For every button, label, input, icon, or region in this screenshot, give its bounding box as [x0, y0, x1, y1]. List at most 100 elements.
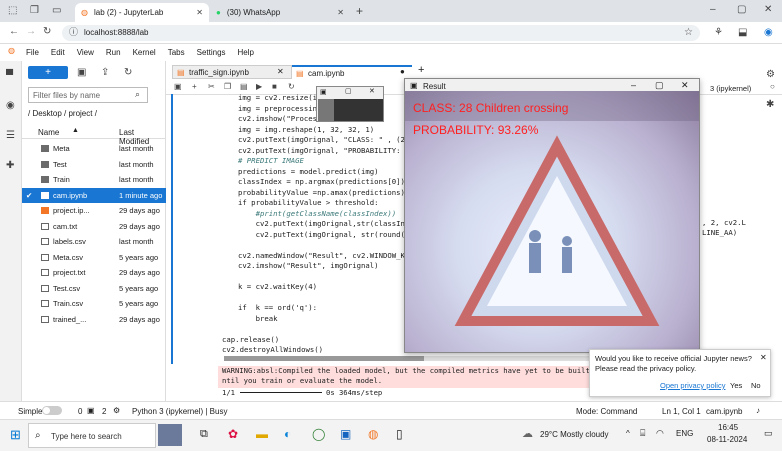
no-button[interactable]: No	[751, 381, 761, 390]
profile-avatar-icon[interactable]: ◉	[764, 28, 773, 38]
blank-app-icon[interactable]: ▯	[396, 427, 403, 441]
maximize-window-icon[interactable]: ▢	[737, 5, 746, 15]
processed-window[interactable]: ▣ ▢ ✕	[316, 86, 384, 122]
tab-list-icon[interactable]: ▭	[52, 6, 61, 16]
restart-icon[interactable]: ↻	[288, 83, 295, 91]
refresh-icon[interactable]: ↻	[124, 68, 132, 78]
clock-time[interactable]: 16:45	[718, 423, 738, 432]
simple-mode-toggle[interactable]	[42, 406, 62, 415]
file-filter-input[interactable]: Filter files by name ⌕	[28, 87, 148, 103]
close-tab-icon[interactable]: ✕	[337, 8, 344, 17]
minimize-window-icon[interactable]: –	[710, 5, 716, 15]
site-info-icon[interactable]: ⓘ	[69, 28, 78, 37]
close-icon[interactable]: ✕	[760, 353, 767, 362]
network-icon[interactable]: ⌸	[640, 428, 645, 439]
save-icon[interactable]: ▣	[174, 83, 182, 91]
extensions-icon[interactable]: ⚘	[714, 28, 723, 38]
upload-icon[interactable]: ⇪	[101, 68, 109, 78]
cursor-position[interactable]: Ln 1, Col 1	[662, 407, 701, 416]
tab-groups-icon[interactable]: ❐	[30, 6, 39, 16]
new-launcher-button[interactable]: +	[28, 66, 68, 79]
back-icon[interactable]: ←	[9, 27, 19, 37]
yes-button[interactable]: Yes	[730, 381, 742, 390]
file-row[interactable]: project.txt 29 days ago	[22, 265, 166, 280]
file-row[interactable]: cam.txt 29 days ago	[22, 219, 166, 234]
python-app-icon[interactable]: ▣	[340, 427, 351, 441]
close-tab-icon[interactable]: ✕	[196, 8, 203, 17]
language-indicator[interactable]: ENG	[676, 429, 693, 438]
maximize-window-icon[interactable]: ▢	[345, 87, 352, 95]
bookmark-star-icon[interactable]: ☆	[684, 28, 693, 38]
close-window-icon[interactable]: ✕	[369, 87, 375, 95]
file-row[interactable]: Train.csv 5 years ago	[22, 296, 166, 311]
menu-help[interactable]: Help	[238, 48, 254, 57]
downloads-icon[interactable]: ⬓	[738, 28, 747, 38]
file-row[interactable]: ✔ cam.ipynb 1 minute ago	[22, 187, 166, 203]
file-row[interactable]: labels.csv last month	[22, 234, 166, 249]
run-icon[interactable]: ▶	[256, 83, 262, 91]
privacy-policy-link[interactable]: Open privacy policy	[660, 381, 725, 390]
toc-icon[interactable]: ☰	[6, 131, 15, 141]
profile-icon[interactable]: ⬚	[8, 6, 17, 16]
menu-edit[interactable]: Edit	[51, 48, 65, 57]
url-field[interactable]: ⓘ localhost:8888/lab ☆	[62, 25, 700, 41]
menu-kernel[interactable]: Kernel	[133, 48, 156, 57]
cut-icon[interactable]: ✂	[208, 83, 215, 91]
file-row[interactable]: Test.csv 5 years ago	[22, 281, 166, 296]
forward-icon[interactable]: →	[26, 27, 36, 37]
clock-date[interactable]: 08-11-2024	[707, 435, 747, 444]
tab-jupyterlab[interactable]: ◍ lab (2) - JupyterLab ✕	[75, 3, 209, 22]
extension-icon[interactable]: ✚	[6, 161, 14, 171]
app-green-icon[interactable]: ◯	[312, 427, 325, 441]
new-folder-icon[interactable]: ▣	[77, 68, 86, 78]
wifi-icon[interactable]: ◠	[656, 428, 664, 439]
code-cell[interactable]: img = cv2.resize(im img = preprocessing cv…	[222, 93, 422, 361]
add-tab-icon[interactable]: +	[418, 64, 424, 76]
file-row[interactable]: Meta last month	[22, 141, 166, 156]
edge-icon[interactable]: ◐	[284, 427, 291, 441]
copilot-icon[interactable]: ✿	[228, 427, 238, 441]
checkbox-icon[interactable]: ✔	[26, 191, 32, 200]
stop-icon[interactable]: ■	[272, 83, 277, 91]
copy-icon[interactable]: ❐	[224, 83, 231, 91]
paste-icon[interactable]: ▤	[240, 83, 248, 91]
task-view-icon[interactable]: ⧉	[200, 428, 208, 441]
file-row[interactable]: Test last month	[22, 157, 166, 172]
breadcrumb[interactable]: / Desktop / project /	[28, 109, 97, 118]
folder-icon[interactable]: ▀	[6, 71, 13, 81]
taskbar-search-box[interactable]: ⌕ Type here to search	[28, 423, 156, 448]
close-window-icon[interactable]: ✕	[764, 5, 772, 15]
close-tab-icon[interactable]: ✕	[277, 67, 284, 76]
maximize-window-icon[interactable]: ▢	[655, 80, 664, 91]
notifications-icon[interactable]: ▭	[764, 428, 773, 439]
menu-view[interactable]: View	[77, 48, 94, 57]
new-tab-icon[interactable]: +	[356, 5, 363, 17]
file-row[interactable]: Meta.csv 5 years ago	[22, 250, 166, 265]
kernel-status[interactable]: Python 3 (ipykernel) | Busy	[132, 407, 227, 416]
menu-tabs[interactable]: Tabs	[168, 48, 185, 57]
property-inspector-icon[interactable]: ⚙	[766, 70, 775, 80]
add-cell-icon[interactable]: +	[192, 83, 197, 91]
close-window-icon[interactable]: ✕	[681, 80, 689, 91]
tray-chevron-icon[interactable]: ^	[626, 429, 630, 438]
tab-whatsapp[interactable]: ● (30) WhatsApp ✕	[210, 3, 350, 22]
weather-text[interactable]: 29°C Mostly cloudy	[540, 430, 609, 439]
menu-settings[interactable]: Settings	[197, 48, 226, 57]
minimize-window-icon[interactable]: –	[631, 80, 636, 90]
kernel-name[interactable]: 3 (ipykernel)	[710, 84, 751, 93]
debugger-icon[interactable]: ✱	[766, 100, 774, 110]
file-row[interactable]: Train last month	[22, 172, 166, 187]
file-row[interactable]: project.ip... 29 days ago	[22, 203, 166, 218]
notebook-tab-traffic-sign[interactable]: ▤ traffic_sign.ipynb ✕	[172, 65, 292, 79]
jupyter-app-icon[interactable]: ◍	[368, 427, 378, 441]
menu-file[interactable]: File	[26, 48, 39, 57]
running-icon[interactable]: ◉	[6, 101, 15, 111]
file-explorer-icon[interactable]: ▬	[256, 427, 268, 441]
windows-start-icon[interactable]: ⊞	[10, 427, 21, 443]
notification-bell-icon[interactable]: ♪	[756, 406, 760, 415]
name-column-header[interactable]: Name	[38, 128, 59, 137]
search-highlight-icon[interactable]	[158, 424, 182, 446]
notebook-tab-cam[interactable]: ▤ cam.ipynb ●	[292, 65, 412, 79]
reload-icon[interactable]: ↻	[43, 27, 51, 37]
file-row[interactable]: trained_... 29 days ago	[22, 312, 166, 327]
